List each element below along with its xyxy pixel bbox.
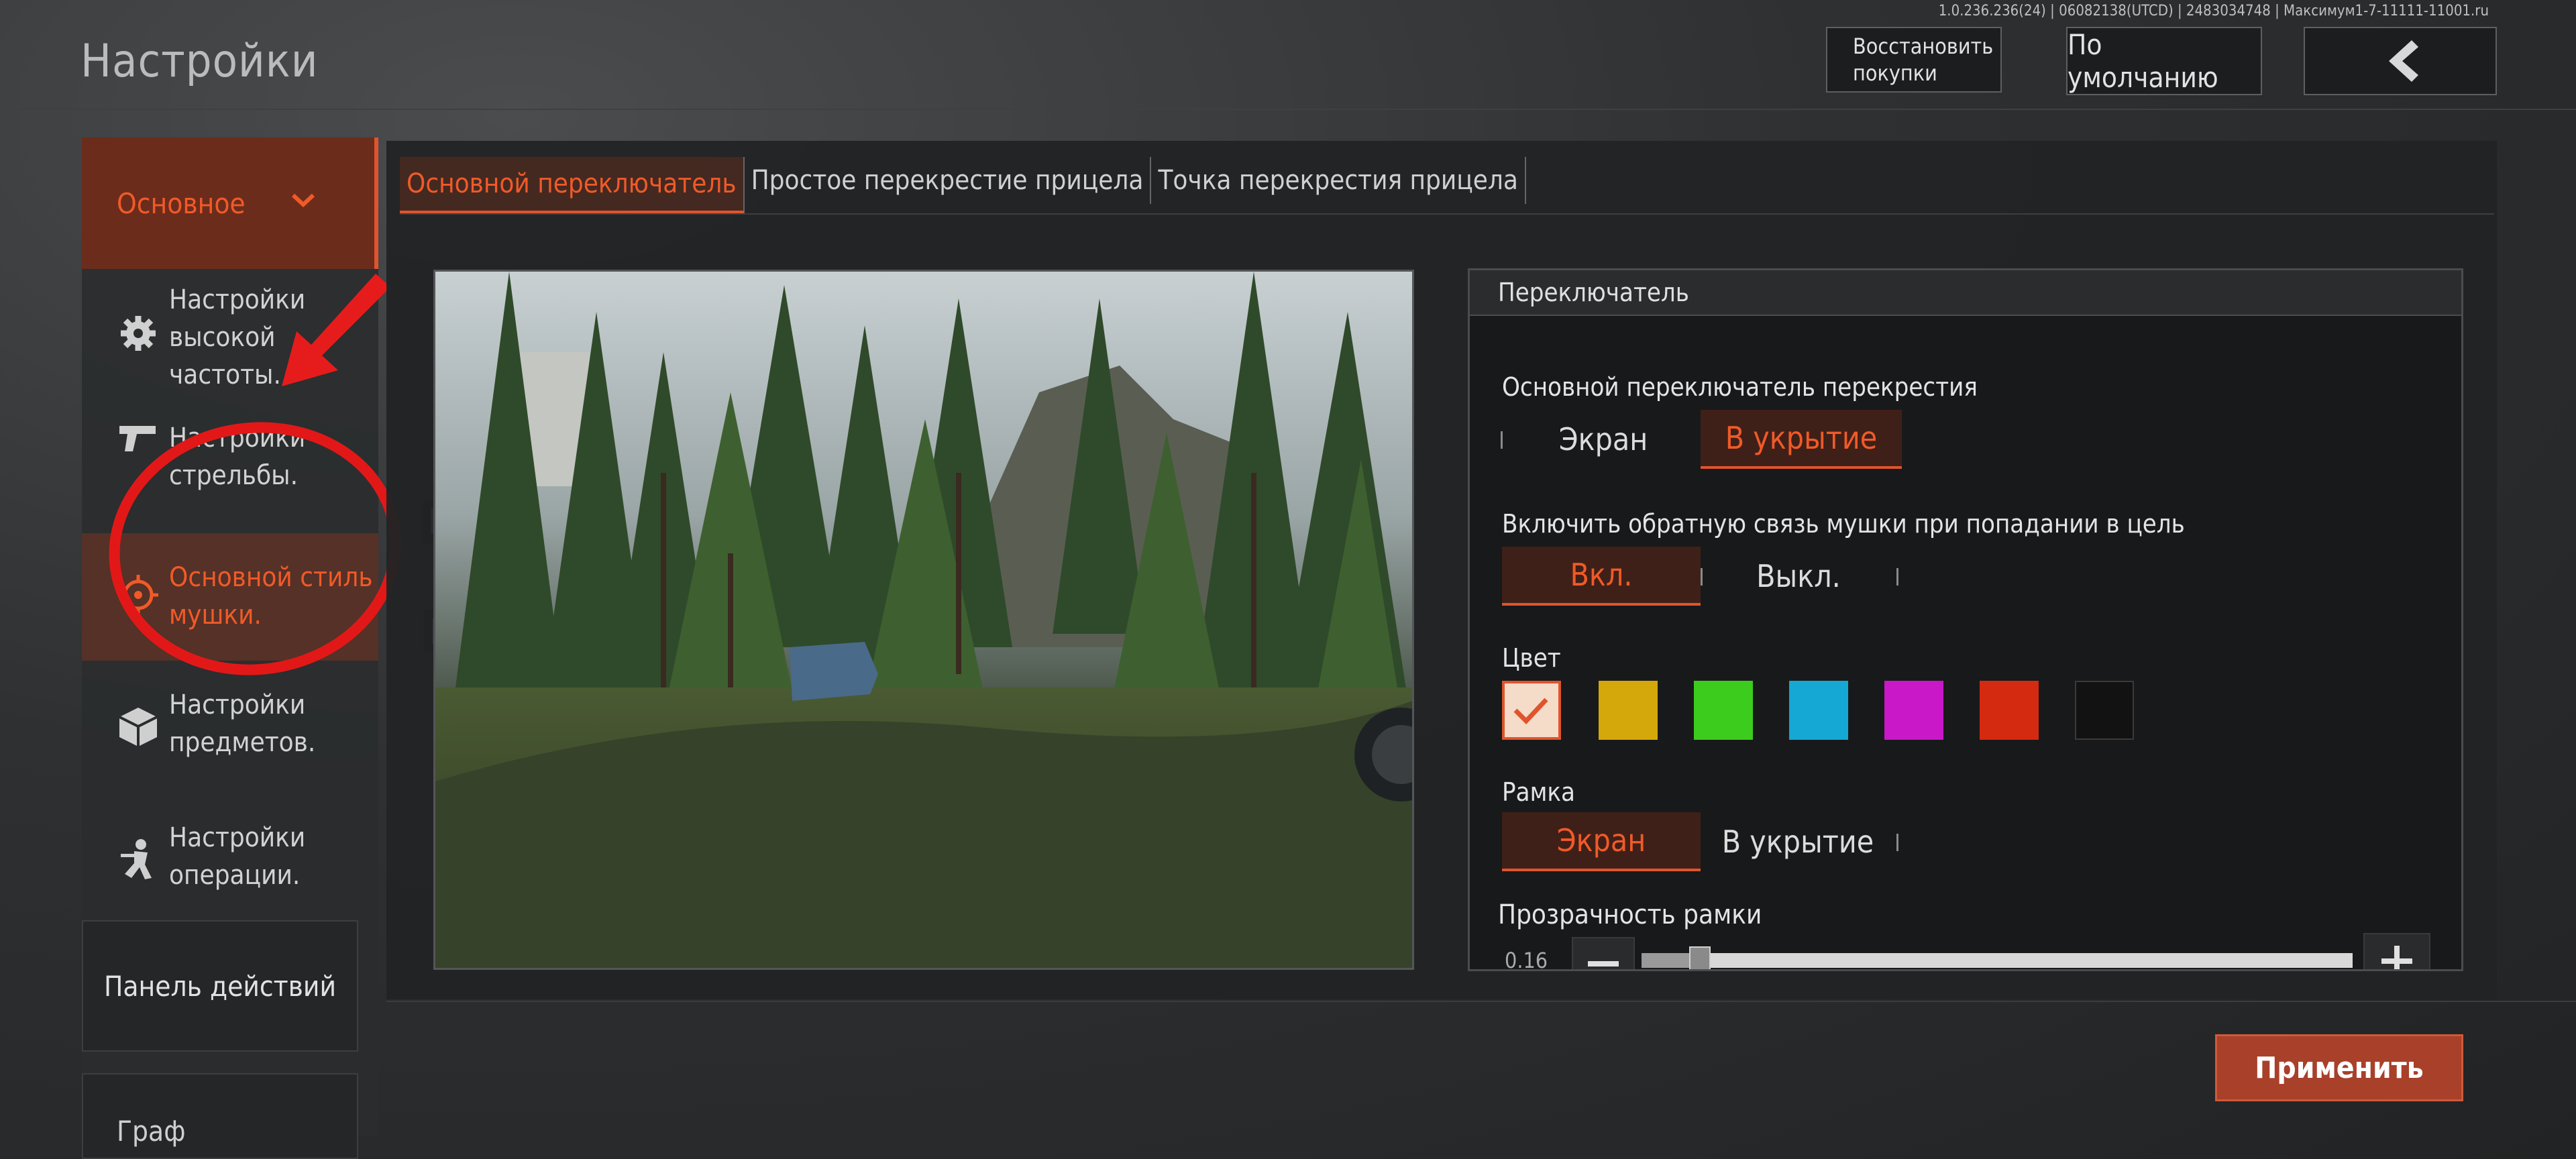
tab-main-switch[interactable]: Основной переключатель	[400, 156, 745, 214]
crosshair-switch-cover-option[interactable]: В укрытие	[1701, 410, 1902, 469]
red-circle-highlight	[109, 422, 401, 675]
frame-screen-option[interactable]: Экран	[1502, 812, 1701, 871]
option-separator	[1896, 568, 1898, 586]
apply-button[interactable]: Применить	[2215, 1034, 2463, 1101]
hit-feedback-label: Включить обратную связь мушки при попада…	[1502, 509, 2185, 539]
minus-icon	[1588, 961, 1619, 967]
crosshair-preview	[433, 270, 1414, 970]
crosshair-switch-screen-option[interactable]: Экран	[1506, 410, 1701, 469]
color-swatch-cyan[interactable]	[1789, 681, 1848, 740]
sidebar-label: Настройки	[169, 822, 306, 853]
frame-label: Рамка	[1502, 777, 1575, 807]
soldier-icon	[121, 839, 152, 879]
hit-feedback-on-option[interactable]: Вкл.	[1502, 547, 1701, 606]
sidebar-item-operation[interactable]: Настройки операции.	[82, 797, 378, 925]
graphics-button[interactable]: Граф	[82, 1073, 358, 1159]
version-info: 1.0.236.236(24) | 06082138(UTCD) | 24830…	[1938, 3, 2489, 19]
tab-simple-crosshair[interactable]: Простое перекрестие прицела	[745, 157, 1152, 204]
tab-divider	[400, 213, 2494, 215]
red-arrow-icon	[282, 274, 390, 386]
sidebar-label: операции.	[169, 860, 301, 891]
settings-header: Переключатель	[1470, 270, 2461, 316]
color-swatch-yellow[interactable]	[1599, 681, 1658, 740]
crosshair-switch-label: Основной переключатель перекрестия	[1502, 372, 1978, 402]
color-swatch-red[interactable]	[1980, 681, 2039, 740]
sidebar-label: предметов.	[169, 727, 316, 758]
frame-opacity-value: 0.16	[1505, 948, 1548, 971]
option-separator	[1701, 568, 1703, 586]
chevron-left-icon	[2389, 40, 2418, 82]
color-swatch-black[interactable]	[2075, 681, 2134, 740]
tab-dot-crosshair[interactable]: Точка перекрестия прицела	[1151, 157, 1526, 204]
opacity-increase-button[interactable]	[2363, 933, 2430, 969]
frame-cover-option[interactable]: В укрытие	[1701, 812, 1895, 871]
header-divider	[0, 109, 2576, 110]
color-swatch-magenta[interactable]	[1884, 681, 1943, 740]
graphics-label: Граф	[117, 1115, 186, 1148]
sidebar-label: Настройки	[169, 689, 306, 720]
opacity-slider-handle[interactable]	[1688, 946, 1711, 969]
forest-scene-image	[435, 272, 1412, 968]
switch-settings-panel: Переключатель Основной переключатель пер…	[1468, 268, 2463, 971]
frame-opacity-label: Прозрачность рамки	[1498, 899, 1762, 930]
chevron-down-icon	[291, 193, 315, 208]
color-label: Цвет	[1502, 643, 1561, 673]
category-main-label: Основное	[117, 186, 246, 220]
option-separator	[1896, 834, 1898, 851]
restore-label-line2: покупки	[1853, 60, 1937, 86]
checkmark-icon	[1513, 698, 1548, 725]
default-button[interactable]: По умолчанию	[2066, 27, 2262, 95]
back-button[interactable]	[2304, 27, 2497, 95]
category-main[interactable]: Основное	[82, 137, 378, 269]
page-title: Настройки	[80, 35, 319, 88]
box-icon	[119, 708, 158, 747]
hit-feedback-off-option[interactable]: Выкл.	[1705, 547, 1892, 606]
restore-label-line1: Восстановить	[1853, 34, 1994, 59]
color-swatch-beige[interactable]	[1502, 681, 1561, 740]
panel-actions-button[interactable]: Панель действий	[82, 920, 358, 1052]
plus-icon-v	[2394, 946, 2400, 969]
color-swatch-green[interactable]	[1694, 681, 1753, 740]
tab-bar: Основной переключатель Простое перекрест…	[400, 146, 1526, 215]
opacity-decrease-button[interactable]	[1572, 937, 1635, 969]
option-separator	[1501, 431, 1503, 449]
opacity-slider-track[interactable]	[1642, 946, 2353, 969]
vehicle-shape	[790, 642, 878, 701]
restore-purchases-button[interactable]: Восстановить покупки	[1826, 27, 2002, 93]
footer-divider	[386, 1001, 2576, 1002]
